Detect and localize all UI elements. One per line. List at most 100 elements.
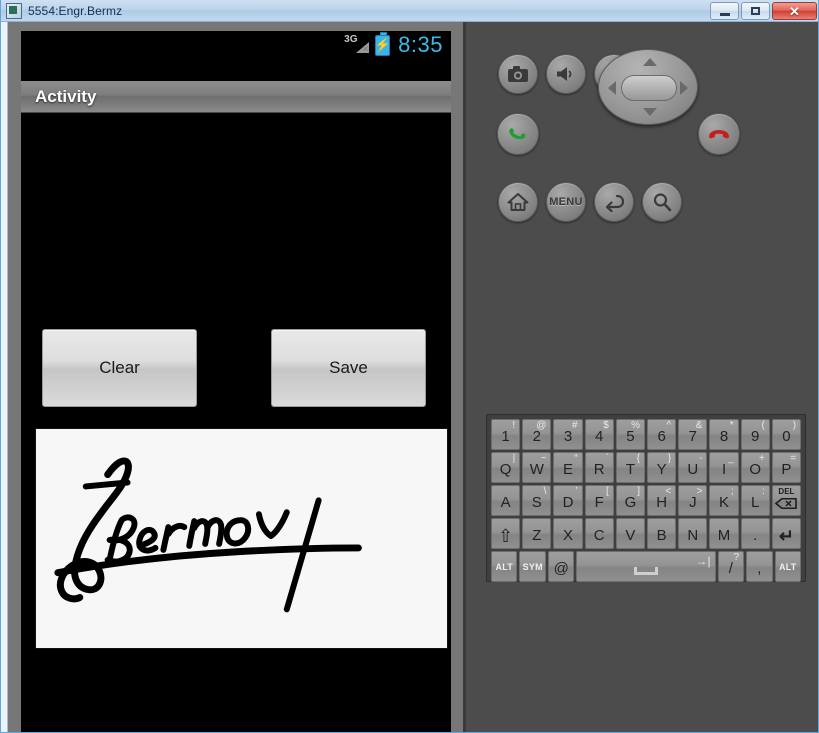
key-p[interactable]: P = bbox=[771, 452, 802, 483]
end-call-button[interactable] bbox=[698, 113, 740, 155]
spacebar-icon bbox=[634, 566, 658, 575]
key-alt[interactable]: ALT bbox=[774, 551, 802, 582]
key-u[interactable]: U- bbox=[678, 452, 708, 483]
key-label: C bbox=[593, 527, 605, 544]
key-g[interactable]: G] bbox=[615, 485, 646, 516]
key-1[interactable]: 1! bbox=[491, 419, 521, 450]
camera-button[interactable] bbox=[498, 54, 538, 94]
close-button[interactable]: ✕ bbox=[772, 2, 817, 20]
key-alt-label: ? bbox=[733, 552, 740, 563]
key-7[interactable]: 7 & bbox=[678, 419, 708, 450]
key-sym[interactable]: SYM bbox=[519, 551, 546, 582]
key-alt-label: & bbox=[695, 420, 703, 431]
home-button[interactable] bbox=[498, 182, 538, 222]
key-4-5[interactable]: , bbox=[746, 551, 773, 582]
key-n[interactable]: N bbox=[678, 518, 708, 549]
key-z[interactable]: Z bbox=[522, 518, 552, 549]
key-5[interactable]: 5% bbox=[615, 419, 646, 450]
emulator-keyboard[interactable]: 1! 2 @3 #4 $5% 6 ^ 7 & 8 * 9(0) Q | W ~ E “R ` T{Y} U - I _ O + P =… bbox=[486, 414, 806, 582]
key-d[interactable]: D’ bbox=[553, 485, 583, 516]
key-enter[interactable]: ↵ bbox=[771, 518, 802, 549]
key-o[interactable]: O + bbox=[740, 452, 770, 483]
signal-indicator: 3G ✕ bbox=[341, 34, 371, 56]
key-8[interactable]: 8 * bbox=[709, 419, 739, 450]
home-icon bbox=[507, 193, 529, 211]
search-button[interactable] bbox=[642, 182, 682, 222]
key-2[interactable]: 2 @ bbox=[522, 419, 552, 450]
key-m[interactable]: M bbox=[709, 518, 739, 549]
key-label: 3 bbox=[563, 428, 573, 445]
menu-button[interactable]: MENU bbox=[546, 182, 586, 222]
key-shift[interactable]: ⇧ bbox=[491, 518, 521, 549]
key-j[interactable]: J > bbox=[678, 485, 708, 516]
key-v[interactable]: V bbox=[615, 518, 646, 549]
key-0[interactable]: 0) bbox=[771, 419, 802, 450]
key-4[interactable]: 4 $ bbox=[584, 419, 614, 450]
key-alt-label: : bbox=[762, 486, 765, 497]
key-label: 2 bbox=[532, 428, 541, 445]
charging-bolt-icon: ⚡ bbox=[374, 36, 391, 52]
key-alt-label: + bbox=[758, 453, 765, 464]
action-button-row: Clear Save bbox=[21, 329, 451, 411]
key-c[interactable]: C bbox=[584, 518, 614, 549]
key-label: J bbox=[689, 494, 697, 511]
clear-button[interactable]: Clear bbox=[42, 329, 197, 407]
phone-green-icon bbox=[509, 128, 526, 140]
dpad-down-icon[interactable] bbox=[643, 108, 657, 116]
dpad-up-icon[interactable] bbox=[643, 58, 657, 66]
key-w[interactable]: W ~ bbox=[522, 452, 552, 483]
dpad-center-button[interactable] bbox=[621, 75, 677, 101]
key-label: O bbox=[749, 461, 762, 478]
dpad[interactable] bbox=[598, 49, 698, 125]
key-a[interactable]: A bbox=[491, 485, 521, 516]
signature-drawing bbox=[54, 457, 362, 613]
title-bar[interactable]: 5554:Engr.Bermz ✕ bbox=[1, 0, 818, 22]
key-alt-label: ` bbox=[605, 453, 609, 464]
call-button[interactable] bbox=[497, 113, 539, 155]
key-space[interactable]: →| bbox=[576, 551, 716, 582]
key-delete[interactable]: DEL bbox=[771, 485, 802, 516]
key-9[interactable]: 9( bbox=[740, 419, 770, 450]
minimize-button[interactable] bbox=[710, 2, 739, 20]
key-r[interactable]: R ` bbox=[584, 452, 614, 483]
key-4-4[interactable]: /? bbox=[717, 551, 745, 582]
key-e[interactable]: E “ bbox=[553, 452, 583, 483]
keyboard-row: ALT SYM @ →| /?, ALT bbox=[491, 551, 802, 582]
key-label: A bbox=[500, 494, 511, 511]
key-3[interactable]: 3 # bbox=[553, 419, 583, 450]
key-label: SYM bbox=[522, 561, 543, 572]
key-i[interactable]: I _ bbox=[709, 452, 739, 483]
key-x[interactable]: X bbox=[553, 518, 583, 549]
key-q[interactable]: Q | bbox=[491, 452, 521, 483]
key-label: , bbox=[757, 560, 762, 577]
key-alt-label: } bbox=[667, 453, 672, 464]
key-alt-label: # bbox=[572, 420, 578, 431]
key-alt-label: = bbox=[790, 453, 797, 464]
key-6[interactable]: 6 ^ bbox=[647, 419, 677, 450]
dpad-left-icon[interactable] bbox=[608, 81, 616, 95]
battery-icon: ⚡ bbox=[374, 31, 391, 56]
key-3-8[interactable]: . bbox=[740, 518, 770, 549]
page-title: Activity bbox=[35, 86, 97, 106]
key-t[interactable]: T{ bbox=[615, 452, 646, 483]
key-label: V bbox=[625, 527, 636, 544]
key-alt[interactable]: ALT bbox=[491, 551, 518, 582]
key-k[interactable]: K; bbox=[709, 485, 739, 516]
back-button[interactable] bbox=[594, 182, 634, 222]
keyboard-row: 1! 2 @3 #4 $5% 6 ^ 7 & 8 * 9(0) bbox=[491, 419, 802, 450]
key-s[interactable]: S \ bbox=[522, 485, 552, 516]
volume-down-button[interactable] bbox=[546, 54, 586, 94]
key-l[interactable]: L: bbox=[740, 485, 770, 516]
signature-canvas[interactable] bbox=[35, 428, 448, 649]
key-y[interactable]: Y} bbox=[647, 452, 677, 483]
key-label: I bbox=[721, 461, 727, 478]
restore-button[interactable] bbox=[741, 2, 770, 20]
key-f[interactable]: F[ bbox=[584, 485, 614, 516]
key-h[interactable]: H < bbox=[647, 485, 677, 516]
save-button[interactable]: Save bbox=[271, 329, 426, 407]
dpad-right-icon[interactable] bbox=[680, 81, 688, 95]
key-4-2[interactable]: @ bbox=[547, 551, 575, 582]
key-b[interactable]: B bbox=[647, 518, 677, 549]
key-label: N bbox=[687, 527, 699, 544]
key-label: R bbox=[593, 461, 605, 478]
